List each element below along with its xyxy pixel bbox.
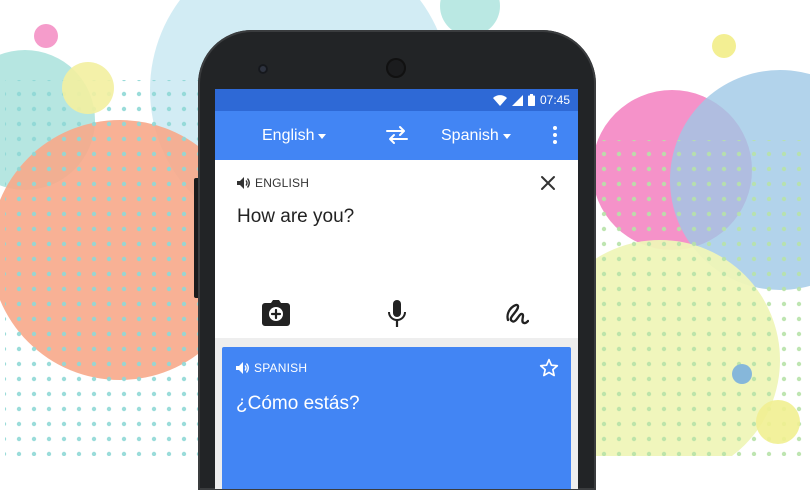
status-bar: 07:45 (215, 89, 578, 111)
source-language-tag: ENGLISH (255, 176, 310, 190)
language-toolbar: English Spanish (215, 111, 578, 160)
camera-icon[interactable] (262, 300, 290, 326)
target-language-selector[interactable]: Spanish (441, 111, 511, 160)
app-screen: 07:45 English Spanish ENGLISH How are yo… (215, 89, 578, 489)
battery-icon (527, 94, 535, 106)
input-text[interactable]: How are you? (237, 206, 354, 228)
star-icon[interactable] (539, 358, 559, 378)
input-card: ENGLISH How are you? (215, 160, 578, 338)
swap-icon[interactable] (385, 125, 409, 145)
source-language-heading[interactable]: ENGLISH (237, 176, 309, 190)
translated-text: ¿Cómo estás? (236, 393, 360, 414)
phone-side-button (194, 178, 198, 298)
volume-icon[interactable] (236, 362, 250, 374)
phone-frame: 07:45 English Spanish ENGLISH How are yo… (194, 30, 596, 490)
handwriting-icon[interactable] (505, 300, 529, 326)
more-vert-icon[interactable] (550, 125, 560, 145)
signal-icon (511, 94, 523, 106)
source-language-selector[interactable]: English (262, 111, 327, 160)
source-language-label: English (262, 126, 315, 144)
dropdown-caret-icon (502, 133, 511, 139)
input-tools (215, 300, 578, 334)
mic-icon[interactable] (388, 300, 406, 328)
earpiece-speaker (386, 58, 406, 78)
dropdown-caret-icon (318, 133, 327, 139)
wifi-icon (492, 94, 507, 106)
close-icon[interactable] (539, 174, 557, 192)
target-language-tag: SPANISH (254, 361, 308, 375)
status-time: 07:45 (539, 93, 570, 107)
target-language-heading[interactable]: SPANISH (236, 361, 307, 375)
front-camera (258, 64, 268, 74)
target-language-label: Spanish (441, 126, 499, 144)
translation-card[interactable]: SPANISH ¿Cómo estás? (222, 347, 571, 489)
volume-icon[interactable] (237, 177, 251, 189)
